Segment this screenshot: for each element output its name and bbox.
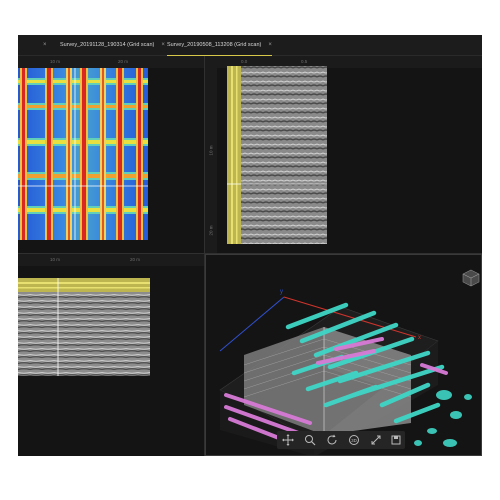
top-left-view[interactable]: 10 m 20 m bbox=[18, 56, 204, 253]
horizontal-ruler: 10 m 20 m bbox=[18, 254, 204, 266]
view-cube-icon[interactable] bbox=[462, 269, 480, 287]
ruler-tick: 10 m bbox=[50, 257, 61, 262]
zoom-icon[interactable] bbox=[303, 433, 317, 447]
top-right-view[interactable]: 0.0 0.5 10 m 20 m bbox=[205, 56, 482, 253]
svg-text:3D: 3D bbox=[351, 438, 358, 443]
horizontal-ruler: 10 m 20 m bbox=[18, 56, 204, 68]
radargram-image bbox=[227, 66, 327, 244]
ruler-tick: 0.5 bbox=[301, 59, 308, 64]
bottom-left-view[interactable]: 10 m 20 m bbox=[18, 254, 204, 456]
tab-label: Survey_20190508_113208 (Grid scan) bbox=[167, 42, 262, 48]
radargram-image bbox=[18, 278, 150, 376]
tab-label: Survey_20191128_190314 (Grid scan) bbox=[60, 42, 155, 48]
ruler-tick: 10 m bbox=[50, 59, 61, 64]
3d-view[interactable]: y x bbox=[205, 254, 482, 456]
app-window: × Survey_20191128_190314 (Grid scan) × Su… bbox=[18, 35, 482, 456]
fit-icon[interactable] bbox=[369, 433, 383, 447]
ruler-tick: 20 m bbox=[208, 225, 214, 236]
tab-survey-20190508[interactable]: Survey_20190508_113208 (Grid scan) × bbox=[167, 35, 272, 56]
ruler-tick: 20 m bbox=[118, 59, 129, 64]
tab-bar: × Survey_20191128_190314 (Grid scan) × Su… bbox=[18, 35, 482, 56]
pane-divider[interactable] bbox=[18, 253, 482, 254]
3d-volume: y x bbox=[219, 289, 472, 455]
save-icon[interactable] bbox=[389, 433, 403, 447]
move-icon[interactable] bbox=[281, 433, 295, 447]
ruler-tick: 20 m bbox=[130, 257, 141, 262]
close-icon[interactable]: × bbox=[43, 35, 47, 55]
svg-text:y: y bbox=[280, 289, 283, 295]
tab-survey-20191128[interactable]: Survey_20191128_190314 (Grid scan) × bbox=[60, 35, 165, 55]
3d-toolbar: 3D bbox=[277, 431, 405, 449]
rotate-icon[interactable] bbox=[325, 433, 339, 447]
view-3d-icon[interactable]: 3D bbox=[347, 433, 361, 447]
pane-divider[interactable] bbox=[204, 56, 205, 456]
close-icon[interactable]: × bbox=[268, 42, 272, 48]
close-icon[interactable]: × bbox=[161, 42, 165, 48]
svg-text:x: x bbox=[418, 335, 421, 341]
vertical-ruler: 10 m 20 m bbox=[205, 68, 217, 253]
heatmap-image bbox=[18, 68, 148, 240]
ruler-tick: 0.0 bbox=[241, 59, 248, 64]
ruler-tick: 10 m bbox=[208, 145, 214, 156]
